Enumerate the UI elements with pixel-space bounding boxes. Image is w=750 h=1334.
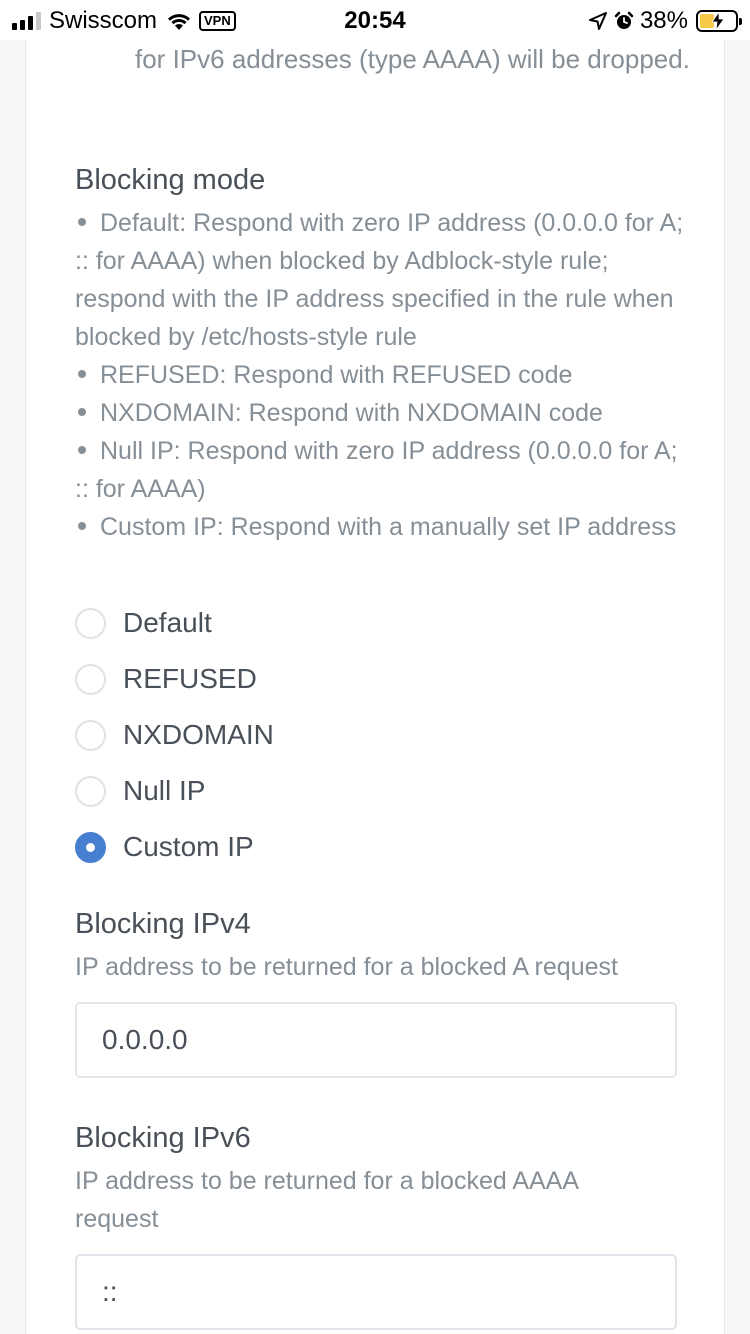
blocking-ipv6-title: Blocking IPv6 bbox=[75, 1122, 251, 1154]
settings-card: for IPv6 addresses (type AAAA) will be d… bbox=[25, 0, 725, 1334]
bullet-icon bbox=[78, 408, 86, 417]
blocking-ipv6-input[interactable]: :: bbox=[75, 1254, 677, 1330]
desc-item-custom-ip: Custom IP: Respond with a manually set I… bbox=[75, 508, 685, 546]
desc-item-text: Default: Respond with zero IP address (0… bbox=[75, 209, 684, 351]
bullet-icon bbox=[78, 522, 86, 531]
radio-button[interactable] bbox=[75, 663, 106, 695]
desc-item-text: NXDOMAIN: Respond with NXDOMAIN code bbox=[100, 399, 603, 427]
alarm-clock-icon bbox=[614, 11, 634, 29]
radio-label[interactable]: Custom IP bbox=[123, 831, 254, 863]
radio-label[interactable]: Default bbox=[123, 607, 212, 639]
status-bar: Swisscom VPN 20:54 38% bbox=[0, 0, 750, 40]
desc-item-nxdomain: NXDOMAIN: Respond with NXDOMAIN code bbox=[75, 394, 685, 432]
blocking-mode-description: Default: Respond with zero IP address (0… bbox=[75, 204, 685, 546]
radio-button[interactable] bbox=[75, 775, 106, 807]
radio-option-null-ip[interactable]: Null IP bbox=[75, 771, 205, 811]
battery-charging-icon bbox=[696, 10, 742, 32]
radio-label[interactable]: NXDOMAIN bbox=[123, 719, 274, 751]
desc-item-text: Custom IP: Respond with a manually set I… bbox=[100, 513, 677, 541]
status-bar-right: 38% bbox=[588, 7, 742, 35]
blocking-ipv6-description: IP address to be returned for a blocked … bbox=[75, 1167, 578, 1233]
radio-label[interactable]: REFUSED bbox=[123, 663, 257, 695]
desc-item-refused: REFUSED: Respond with REFUSED code bbox=[75, 356, 685, 394]
battery-percentage: 38% bbox=[639, 7, 688, 34]
bullet-icon bbox=[78, 446, 86, 455]
radio-button[interactable] bbox=[75, 607, 106, 639]
desc-item-null-ip: Null IP: Respond with zero IP address (0… bbox=[75, 432, 685, 508]
radio-option-refused[interactable]: REFUSED bbox=[75, 659, 257, 699]
desc-item-text: REFUSED: Respond with REFUSED code bbox=[100, 361, 573, 389]
radio-option-default[interactable]: Default bbox=[75, 603, 212, 643]
desc-item-default: Default: Respond with zero IP address (0… bbox=[75, 204, 685, 356]
bullet-icon bbox=[78, 370, 86, 379]
blocking-mode-title: Blocking mode bbox=[75, 164, 266, 196]
blocking-ipv4-description: IP address to be returned for a blocked … bbox=[75, 953, 618, 981]
bullet-icon bbox=[78, 218, 86, 227]
location-arrow-icon bbox=[588, 12, 607, 30]
previous-option-description: for IPv6 addresses (type AAAA) will be d… bbox=[135, 44, 690, 74]
radio-button[interactable] bbox=[75, 719, 106, 751]
radio-button-checked[interactable] bbox=[75, 831, 106, 863]
radio-label[interactable]: Null IP bbox=[123, 775, 205, 807]
blocking-ipv4-title: Blocking IPv4 bbox=[75, 908, 251, 940]
radio-option-custom-ip[interactable]: Custom IP bbox=[75, 827, 254, 867]
blocking-ipv4-input[interactable]: 0.0.0.0 bbox=[75, 1002, 677, 1078]
radio-option-nxdomain[interactable]: NXDOMAIN bbox=[75, 715, 274, 755]
desc-item-text: Null IP: Respond with zero IP address (0… bbox=[75, 437, 678, 503]
